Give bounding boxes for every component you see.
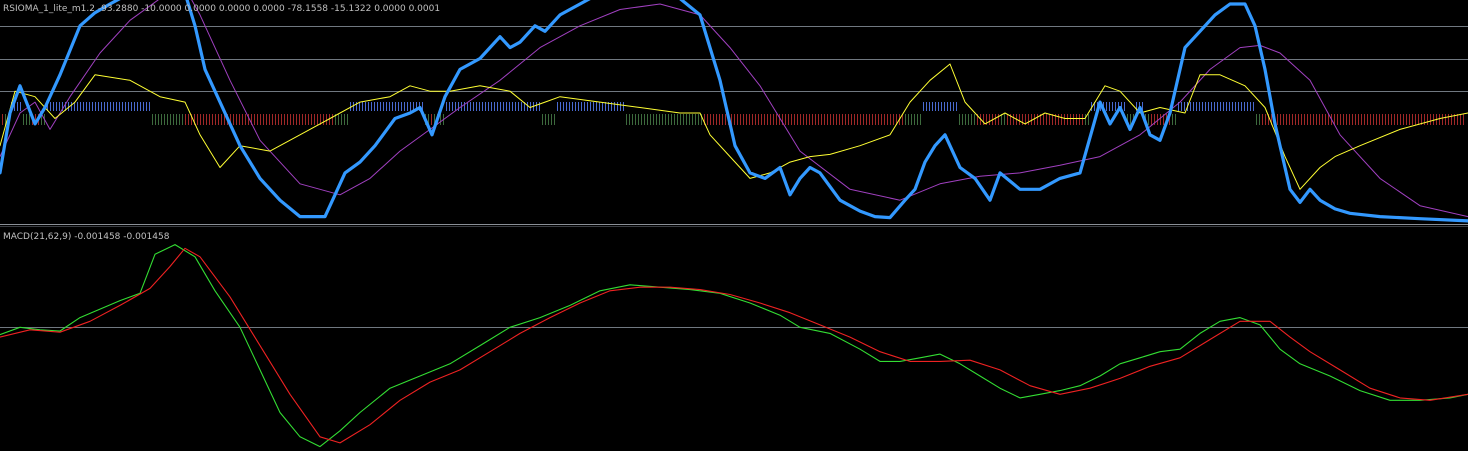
macd-label: MACD(21,62,9) -0.001458 -0.001458 <box>3 232 170 242</box>
rsioma-label: RSIOMA_1_lite_m1.2 -93.2880 -10.0000 0.0… <box>3 4 440 14</box>
chart-canvas: RSIOMA_1_lite_m1.2 -93.2880 -10.0000 0.0… <box>0 0 1468 451</box>
chart-background <box>0 0 1468 451</box>
